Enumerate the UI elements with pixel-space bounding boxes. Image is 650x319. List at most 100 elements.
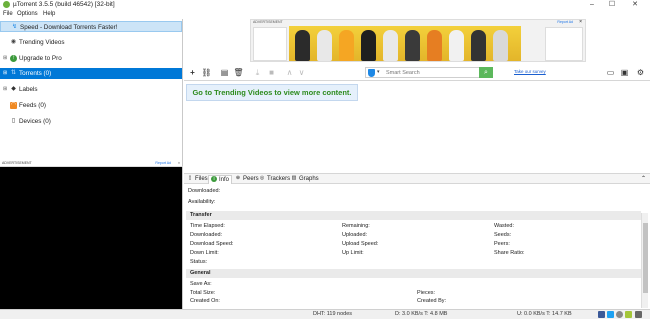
sidebar-item-feeds[interactable]: ◠ Feeds (0)	[0, 100, 182, 111]
down-icon[interactable]: ∨	[296, 67, 307, 78]
menu-help[interactable]: Help	[43, 11, 55, 17]
upload-status: U: 0.0 KB/s T: 14.7 KB	[517, 311, 572, 317]
chat-icon[interactable]: ▭	[605, 67, 616, 78]
tab-label: Info	[219, 177, 230, 183]
info-scrollbar[interactable]	[641, 213, 648, 308]
trending-banner[interactable]: Go to Trending Videos to view more conte…	[186, 84, 358, 101]
close-icon[interactable]: ×	[178, 159, 180, 167]
sidebar: ↯ Speed - Download Torrents Faster! ◉ Tr…	[0, 19, 183, 159]
expand-icon[interactable]: ⊞	[3, 84, 7, 95]
status-label: Status:	[190, 259, 208, 265]
dropdown-icon[interactable]: ▾	[377, 69, 380, 75]
tab-peers[interactable]: ⊕ Peers	[235, 175, 259, 184]
downloaded-label: Downloaded:	[190, 232, 223, 238]
close-button[interactable]: ✕	[626, 0, 644, 10]
info-panel: Downloaded: Availability: Transfer Time …	[184, 185, 650, 308]
save-as-label: Save As:	[190, 281, 212, 287]
tab-info[interactable]: i Info	[208, 175, 233, 184]
sidebar-item-speed[interactable]: ↯ Speed - Download Torrents Faster!	[0, 21, 182, 32]
settings-icon[interactable]: ⚙	[635, 67, 646, 78]
utorrent-logo-icon	[3, 1, 10, 8]
remove-icon[interactable]: 🗑	[233, 67, 244, 78]
total-size-label: Total Size:	[190, 290, 216, 296]
torrents-icon: ⇅	[10, 70, 17, 76]
ad-label: ADVERTISEMENT	[2, 161, 32, 165]
peers-icon: ⊕	[235, 175, 241, 182]
menu-file[interactable]: File	[3, 11, 13, 17]
up-limit-label: Up Limit:	[342, 250, 364, 256]
tab-label: Graphs	[299, 176, 319, 182]
search-icon[interactable]: ⌕	[479, 67, 493, 78]
sidebar-item-devices[interactable]: ▯ Devices (0)	[0, 116, 182, 127]
menu-options[interactable]: Options	[17, 11, 38, 17]
survey-link[interactable]: Take our survey	[514, 69, 546, 74]
tab-label: Peers	[243, 176, 259, 182]
tab-label: Trackers	[267, 176, 291, 182]
sidebar-item-label: Torrents (0)	[19, 70, 52, 77]
dht-status: DHT: 119 nodes	[313, 311, 353, 317]
graphs-icon: ▥	[291, 175, 297, 182]
sidebar-item-torrents[interactable]: ⊞ ⇅ Torrents (0)	[0, 68, 182, 79]
maximize-button[interactable]: ☐	[603, 0, 621, 10]
sidebar-item-labels[interactable]: ⊞ ◆ Labels	[0, 84, 182, 95]
sidebar-item-label: Labels	[19, 86, 38, 93]
general-section-header: General	[186, 269, 641, 278]
add-link-icon[interactable]: ⛓	[201, 67, 212, 78]
eye-icon: ◉	[10, 39, 17, 45]
expand-icon[interactable]: ⊞	[3, 53, 7, 64]
sidebar-item-label: Feeds (0)	[19, 102, 46, 109]
tag-icon: ◆	[11, 86, 16, 92]
menu-bar: File Options Help	[0, 10, 650, 19]
details-tabs: ▯ Files i Info ⊕ Peers ◎ Trackers ▥ Graphs ⌃	[184, 173, 650, 184]
expand-icon[interactable]: ⊞	[3, 68, 7, 79]
rss-icon: ◠	[10, 102, 17, 109]
tab-files[interactable]: ▯ Files	[187, 175, 208, 184]
facebook-icon[interactable]	[598, 311, 605, 318]
download-speed-label: Download Speed:	[190, 241, 234, 247]
scrollbar-thumb[interactable]	[643, 223, 648, 293]
create-torrent-icon[interactable]: ▤	[219, 67, 230, 78]
wasted-label: Wasted:	[494, 223, 514, 229]
ad-header: ADVERTISEMENT Report Ad ×	[0, 159, 183, 167]
created-on-label: Created On:	[190, 298, 220, 304]
info-icon: i	[211, 176, 217, 183]
add-torrent-icon[interactable]: +	[187, 67, 198, 78]
download-icon[interactable]: ⤓	[252, 67, 263, 78]
status-bar: DHT: 119 nodes D: 3.0 KB/s T: 4.8 MB U: …	[0, 309, 650, 319]
ad-banner[interactable]: ADVERTISEMENT Report Ad ×	[250, 19, 586, 62]
remote-icon[interactable]: ▣	[619, 67, 630, 78]
sidebar-item-trending[interactable]: ◉ Trending Videos	[0, 37, 182, 48]
stop-icon[interactable]: ■	[266, 67, 277, 78]
report-ad-link[interactable]: Report Ad	[155, 159, 171, 167]
ad-image	[289, 26, 521, 61]
seeds-label: Seeds:	[494, 232, 512, 238]
sidebar-item-label: Speed - Download Torrents Faster!	[20, 24, 118, 31]
availability-label: Availability:	[188, 199, 216, 205]
upgrade-icon: ↑	[10, 55, 17, 62]
warning-icon[interactable]	[635, 311, 642, 318]
twitter-icon[interactable]	[607, 311, 614, 318]
peers-label: Peers:	[494, 241, 510, 247]
minimize-button[interactable]: –	[583, 0, 601, 10]
tab-label: Files	[195, 176, 208, 182]
sidebar-item-label: Upgrade to Pro	[19, 55, 62, 62]
collapse-icon[interactable]: ⌃	[641, 175, 646, 182]
tab-trackers[interactable]: ◎ Trackers	[259, 175, 290, 184]
report-ad-link[interactable]: Report Ad	[557, 20, 573, 24]
lightning-icon: ↯	[11, 24, 18, 30]
tab-graphs[interactable]: ▥ Graphs	[291, 175, 319, 184]
ad-label: ADVERTISEMENT	[253, 20, 283, 24]
time-elapsed-label: Time Elapsed:	[190, 223, 225, 229]
search-box[interactable]: ▾ Smart Search ⌕	[365, 67, 493, 78]
file-icon: ▯	[188, 175, 192, 182]
android-icon[interactable]	[625, 311, 632, 318]
title-bar: µTorrent 3.5.5 (build 46542) [32-bit] – …	[0, 0, 650, 10]
up-icon[interactable]: ∧	[284, 67, 295, 78]
close-icon[interactable]: ×	[579, 19, 582, 25]
ad-content[interactable]	[0, 167, 182, 319]
web-icon[interactable]	[616, 311, 623, 318]
search-input[interactable]: Smart Search	[386, 70, 420, 76]
remaining-label: Remaining:	[342, 223, 370, 229]
sidebar-item-upgrade[interactable]: ⊞ ↑ Upgrade to Pro	[0, 53, 182, 64]
toolbar: + ⛓ ▤ 🗑 ⤓ ■ ∧ ∨ ▾ Smart Search ⌕ Take ou…	[184, 64, 650, 81]
